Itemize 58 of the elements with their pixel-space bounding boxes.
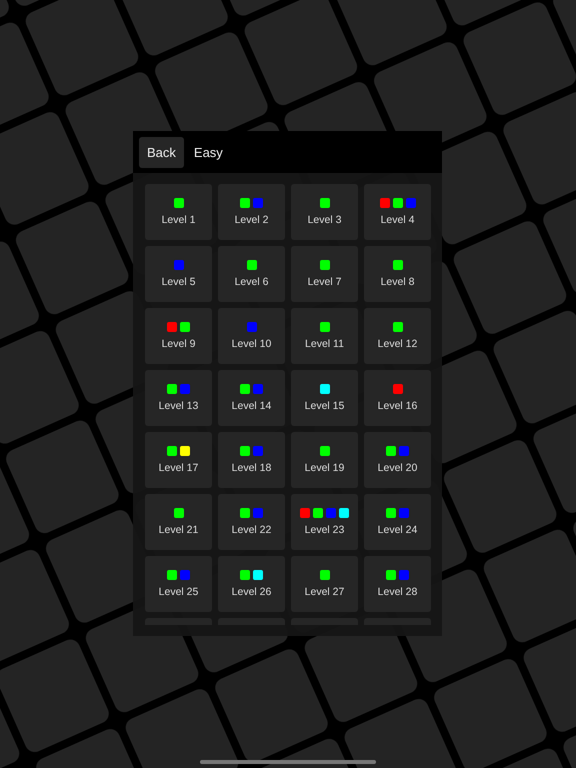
level-label: Level 5 xyxy=(162,276,196,288)
level-label: Level 3 xyxy=(308,214,342,226)
level-tile[interactable]: Level 6 xyxy=(218,246,285,302)
level-tile[interactable]: Level 22 xyxy=(218,494,285,550)
level-label: Level 14 xyxy=(232,400,272,412)
level-label: Level 1 xyxy=(162,214,196,226)
difficulty-title: Easy xyxy=(194,144,223,160)
level-label: Level 4 xyxy=(380,214,414,226)
level-tile[interactable]: Level 5 xyxy=(145,246,212,302)
level-tile[interactable]: Level 18 xyxy=(218,432,285,488)
level-tile[interactable]: Level 2 xyxy=(218,184,285,240)
level-tile[interactable]: Level 13 xyxy=(145,370,212,426)
level-label: Level 18 xyxy=(232,462,272,474)
back-button[interactable]: Back xyxy=(139,136,184,168)
level-label: Level 20 xyxy=(378,462,418,474)
level-label: Level 22 xyxy=(232,524,272,536)
level-tile[interactable]: Level 17 xyxy=(145,432,212,488)
level-tile[interactable]: Level 24 xyxy=(364,494,431,550)
level-tile[interactable]: Level 26 xyxy=(218,556,285,612)
level-label: Level 7 xyxy=(308,276,342,288)
level-label: Level 6 xyxy=(234,276,268,288)
level-tile[interactable]: Level 8 xyxy=(364,246,431,302)
level-tile[interactable]: Level 23 xyxy=(291,494,358,550)
level-tile[interactable]: Level 19 xyxy=(291,432,358,488)
level-label: Level 17 xyxy=(158,462,198,474)
level-label: Level 24 xyxy=(378,524,418,536)
level-tile[interactable]: Level 10 xyxy=(218,308,285,364)
level-tile[interactable]: Level 20 xyxy=(364,432,431,488)
level-tile[interactable]: Level 11 xyxy=(291,308,358,364)
level-tile[interactable]: Level 27 xyxy=(291,556,358,612)
level-label: Level 12 xyxy=(378,338,418,350)
level-label: Level 9 xyxy=(162,338,196,350)
level-tile[interactable]: Level 25 xyxy=(145,556,212,612)
level-label: Level 11 xyxy=(305,338,344,350)
level-tile[interactable]: Level 21 xyxy=(145,494,212,550)
level-label: Level 16 xyxy=(378,400,418,412)
level-label: Level 15 xyxy=(304,400,344,412)
level-tile[interactable]: Level 28 xyxy=(364,556,431,612)
level-label: Level 26 xyxy=(232,586,272,598)
level-label: Level 2 xyxy=(234,214,268,226)
level-tile[interactable]: Level 12 xyxy=(364,308,431,364)
level-tile[interactable]: Level 7 xyxy=(291,246,358,302)
level-tile[interactable]: Level 14 xyxy=(218,370,285,426)
level-tile[interactable]: Level 4 xyxy=(364,184,431,240)
level-label: Level 28 xyxy=(378,586,418,598)
level-tile[interactable]: Level 16 xyxy=(364,370,431,426)
level-label: Level 10 xyxy=(232,338,272,350)
level-tile[interactable]: Level 3 xyxy=(291,184,358,240)
level-label: Level 27 xyxy=(304,586,344,598)
level-label: Level 8 xyxy=(380,276,414,288)
level-label: Level 21 xyxy=(158,524,198,536)
level-tile[interactable]: Level 1 xyxy=(145,184,212,240)
level-tile[interactable]: Level 9 xyxy=(145,308,212,364)
level-label: Level 19 xyxy=(304,462,344,474)
level-tile[interactable]: Level 15 xyxy=(291,370,358,426)
level-label: Level 23 xyxy=(304,524,344,536)
level-label: Level 13 xyxy=(158,400,198,412)
level-label: Level 25 xyxy=(158,586,198,598)
